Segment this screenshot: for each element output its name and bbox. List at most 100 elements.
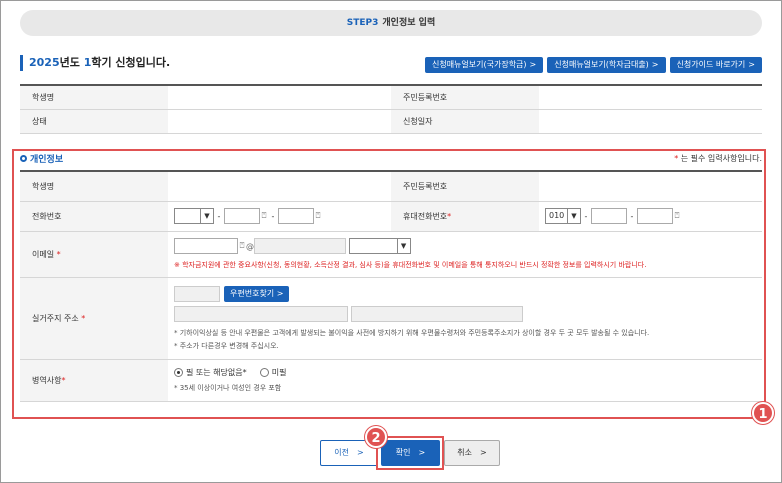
step-bar: STEP3 개인정보 입력 xyxy=(20,10,762,36)
address-note-2: * 주소가 다른경우 변경해 주십시오. xyxy=(174,341,279,350)
mobile-dash: - xyxy=(584,211,588,221)
military-label: 병역사항* xyxy=(20,359,168,402)
step-title: 개인정보 입력 xyxy=(382,18,436,28)
military-label-text: 병역사항 xyxy=(32,375,62,385)
apply-date-value xyxy=(539,109,762,134)
email-fields: ⍞ @ ▼ ※ 학자금지원에 관한 중요사항(신청, 동의현황, 소득산정 결과,… xyxy=(168,231,762,278)
mouse-icon: ⍞ xyxy=(315,211,321,220)
manual-loan-button[interactable]: 신청매뉴얼보기(학자금대출) > xyxy=(547,57,666,73)
table-row: 병역사항* 필 또는 해당없음* 미필 * 35세 이상이거나 여성인 경우 포… xyxy=(20,359,762,402)
semester-year-suffix: 년도 xyxy=(59,56,84,69)
annotation-badge-2: 2 xyxy=(365,426,387,448)
personal-info-form: 학생명 주민등록번호 전화번호 ▼ - ⍞ - ⍞ 휴대전화번호* 010 ▼ - - ⍞ 이메… xyxy=(20,170,762,402)
phone-dash: - xyxy=(271,211,275,221)
table-row: 전화번호 ▼ - ⍞ - ⍞ 휴대전화번호* 010 ▼ - - ⍞ xyxy=(20,201,762,232)
required-star: * xyxy=(61,375,66,385)
phone-last-input[interactable] xyxy=(278,208,314,224)
required-star: * xyxy=(81,313,86,323)
phone-dash: - xyxy=(217,211,221,221)
chevron-right-icon: > xyxy=(357,448,364,457)
mobile-label-text: 휴대전화번호 xyxy=(403,211,448,221)
select-arrow-icon: ▼ xyxy=(396,239,410,253)
status-label: 상태 xyxy=(20,109,168,134)
phone-middle-input[interactable] xyxy=(224,208,260,224)
table-row: 학생명 주민등록번호 xyxy=(20,171,762,202)
semester-year: 2025 xyxy=(29,56,60,69)
address-detail-input[interactable] xyxy=(350,305,523,322)
email-id-input[interactable] xyxy=(174,238,238,254)
email-label: 이메일 * xyxy=(20,231,168,278)
form-student-name-label: 학생명 xyxy=(20,171,168,202)
select-arrow-icon: ▼ xyxy=(200,209,213,223)
mobile-prefix-value: 010 xyxy=(549,211,565,220)
email-label-text: 이메일 xyxy=(32,249,55,259)
table-row: 이메일 * ⍞ @ ▼ ※ 학자금지원에 관한 중요사항(신청, 동의현황, 소득… xyxy=(20,231,762,278)
chevron-right-icon: > xyxy=(276,288,284,298)
required-star: * xyxy=(56,249,61,259)
cancel-label: 취소 xyxy=(457,448,473,457)
chevron-right-icon: > xyxy=(529,60,537,69)
email-domain-input[interactable] xyxy=(254,238,346,254)
cancel-button[interactable]: 취소 > xyxy=(444,440,500,466)
phone-label: 전화번호 xyxy=(20,201,168,232)
semester-title: 2025년도 1학기 신청입니다. xyxy=(20,55,170,71)
military-fields: 필 또는 해당없음* 미필 * 35세 이상이거나 여성인 경우 포함 xyxy=(168,359,762,402)
table-row: 학생명 주민등록번호 xyxy=(20,85,762,110)
status-value xyxy=(168,109,391,134)
military-option-not-done-label: 미필 xyxy=(271,368,287,377)
address-fields: 우편번호찾기 > * 기하이익상실 등 안내 우편물은 고객에게 발생되는 불이… xyxy=(168,277,762,360)
manual-loan-label: 신청매뉴얼보기(학자금대출) xyxy=(554,60,649,69)
form-rrn-label: 주민등록번호 xyxy=(391,171,539,202)
manual-scholarship-button[interactable]: 신청매뉴얼보기(국가장학금) > xyxy=(424,57,544,73)
semester-term-suffix: 학기 신청입니다. xyxy=(91,56,171,69)
mobile-last-input[interactable] xyxy=(637,208,673,224)
address-label-text: 실거주지 주소 xyxy=(32,313,79,323)
student-name-label: 학생명 xyxy=(20,85,168,110)
military-option-not-done-radio[interactable] xyxy=(259,368,269,377)
mobile-dash: - xyxy=(630,211,634,221)
guide-link-label: 신청가이드 바로가기 xyxy=(676,60,746,69)
student-name-value xyxy=(168,85,391,110)
required-star: * xyxy=(447,211,452,221)
email-domain-select[interactable]: ▼ xyxy=(348,238,411,254)
annotation-badge-1: 1 xyxy=(752,402,774,424)
email-warning: ※ 학자금지원에 관한 중요사항(신청, 동의현황, 소득산정 결과, 심사 등… xyxy=(174,261,647,269)
table-row: 실거주지 주소 * 우편번호찾기 > * 기하이익상실 등 안내 우편물은 고객… xyxy=(20,277,762,360)
rrn-label: 주민등록번호 xyxy=(391,85,539,110)
mobile-label: 휴대전화번호* xyxy=(391,201,539,232)
phone-fields: ▼ - ⍞ - ⍞ xyxy=(168,201,391,232)
military-option-done-radio[interactable] xyxy=(174,368,183,377)
manual-scholarship-label: 신청매뉴얼보기(국가장학금) xyxy=(431,60,527,69)
required-note: * 는 필수 입력사항입니다. xyxy=(674,153,762,164)
mouse-icon: ⍞ xyxy=(674,211,680,220)
select-arrow-icon: ▼ xyxy=(567,209,580,223)
top-buttons: 신청매뉴얼보기(국가장학금) > 신청매뉴얼보기(학자금대출) > 신청가이드 바로… xyxy=(424,57,762,73)
prev-label: 이전 xyxy=(334,448,350,457)
required-note-text: 는 필수 입력사항입니다. xyxy=(678,154,762,163)
address-base-input[interactable] xyxy=(174,305,348,322)
step-number: STEP3 xyxy=(346,18,379,28)
section-title: 개인정보 xyxy=(20,152,63,165)
apply-date-label: 신청일자 xyxy=(391,109,539,134)
mobile-prefix-select[interactable]: 010 ▼ xyxy=(545,208,581,224)
military-note: * 35세 이상이거나 여성인 경우 포함 xyxy=(174,384,282,392)
zipcode-search-label: 우편번호찾기 xyxy=(230,288,275,298)
section-title-text: 개인정보 xyxy=(30,155,64,165)
applicant-info-table: 학생명 주민등록번호 상태 신청일자 xyxy=(20,84,762,134)
table-row: 상태 신청일자 xyxy=(20,109,762,134)
form-rrn-value xyxy=(539,171,762,202)
mobile-fields: 010 ▼ - - ⍞ xyxy=(539,201,762,232)
chevron-right-icon: > xyxy=(651,60,659,69)
mobile-middle-input[interactable] xyxy=(591,208,627,224)
zipcode-input[interactable] xyxy=(174,285,220,302)
chevron-right-icon: > xyxy=(748,60,755,69)
guide-link-button[interactable]: 신청가이드 바로가기 > xyxy=(669,57,762,73)
rrn-value xyxy=(539,85,762,110)
form-student-name-value xyxy=(168,171,391,202)
email-at: @ xyxy=(246,241,254,251)
zipcode-search-button[interactable]: 우편번호찾기 > xyxy=(224,285,290,302)
military-option-done-label: 필 또는 해당없음* xyxy=(186,368,247,377)
chevron-right-icon: > xyxy=(480,448,487,457)
phone-area-select[interactable]: ▼ xyxy=(174,208,214,224)
circle-icon xyxy=(20,155,27,162)
